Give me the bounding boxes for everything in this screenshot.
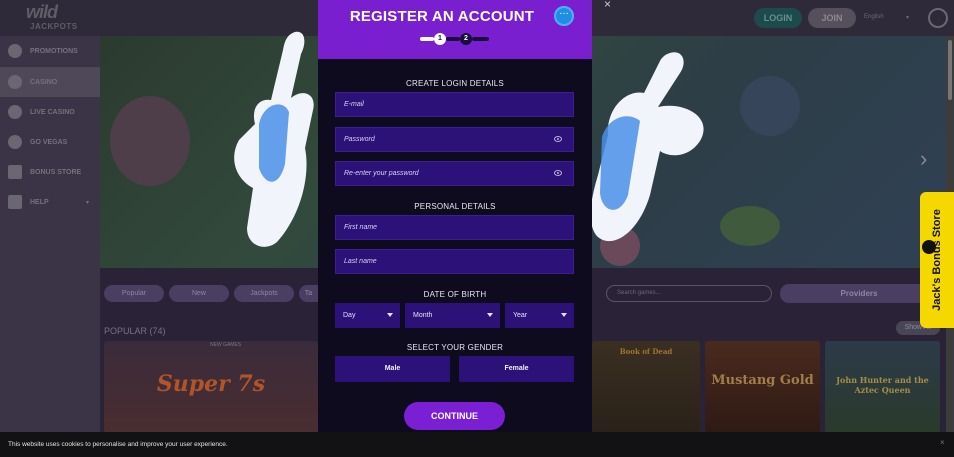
new-games-badge: NEW GAMES	[210, 342, 242, 348]
right-glove-illustration	[590, 52, 704, 242]
filter-new[interactable]: New	[169, 285, 229, 302]
game-tile[interactable]: Book of Dead	[592, 341, 700, 433]
account-icon[interactable]	[928, 8, 948, 28]
chevron-down-icon: ▾	[86, 200, 90, 206]
bonus-store-tab[interactable]: Jack's Bonus Store	[920, 192, 954, 328]
cat-illustration	[110, 96, 190, 186]
reenter-password-field[interactable]: Re-enter your password	[335, 161, 574, 186]
gender-female-button[interactable]: Female	[459, 356, 574, 382]
sidebar-item-label: HELP	[30, 198, 49, 206]
logo-subtitle: JACKPOTS	[30, 22, 78, 31]
logo-wordmark: wild	[26, 2, 58, 22]
close-icon[interactable]: ×	[604, 0, 611, 11]
filter-popular[interactable]: Popular	[104, 285, 164, 302]
gender-male-button[interactable]: Male	[335, 356, 450, 382]
sidebar-item-label: PROMOTIONS	[30, 47, 78, 55]
filter-table[interactable]: Ta	[299, 285, 318, 302]
gender-section-heading: SELECT YOUR GENDER	[406, 343, 504, 352]
language-selector[interactable]: English	[864, 14, 884, 20]
cart-icon	[8, 165, 22, 179]
filter-jackpots[interactable]: Jackpots	[234, 285, 294, 302]
step-progress-pending	[472, 37, 489, 41]
email-field[interactable]: E-mail	[335, 92, 574, 117]
game-tile[interactable]: Mustang Gold	[705, 341, 820, 433]
live-icon	[8, 105, 22, 119]
game-title: Super 7s	[156, 371, 266, 397]
game-title: John Hunter and the Aztec Queen	[836, 375, 929, 395]
step-progress-active	[420, 37, 434, 41]
chevron-down-icon	[487, 313, 493, 317]
password-field[interactable]: Password	[335, 127, 574, 152]
sidebar-item-label: LIVE CASINO	[30, 108, 75, 116]
chat-icon[interactable]	[554, 6, 574, 26]
continue-button[interactable]: CONTINUE	[404, 402, 505, 430]
login-section-heading: CREATE LOGIN DETAILS	[406, 79, 504, 88]
sidebar-item-label: BONUS STORE	[30, 168, 82, 176]
modal-title: REGISTER AN ACCOUNT	[349, 8, 535, 25]
dob-section-heading: DATE OF BIRTH	[423, 290, 487, 299]
first-name-field[interactable]: First name	[335, 215, 574, 240]
chevron-down-icon	[387, 313, 393, 317]
game-search-input[interactable]: Search games...	[606, 285, 772, 302]
chevron-down-icon	[561, 313, 567, 317]
game-tile[interactable]: John Hunter and the Aztec Queen	[825, 341, 940, 433]
month-select[interactable]: Month	[405, 303, 500, 328]
sidebar-item-promotions[interactable]: PROMOTIONS	[0, 36, 100, 66]
site-logo[interactable]: wild JACKPOTS	[26, 2, 90, 34]
percent-icon	[8, 44, 22, 58]
eye-icon[interactable]	[554, 170, 562, 176]
step-progress-connector	[446, 37, 460, 41]
cookie-close-icon[interactable]: ×	[940, 438, 945, 447]
providers-button[interactable]: Providers	[780, 284, 938, 303]
section-title: POPULAR (74)	[104, 326, 166, 336]
month-select-label: Month	[413, 312, 433, 319]
game-title: Mustang Gold	[711, 373, 814, 388]
sidebar-item-bonus-store[interactable]: BONUS STORE	[0, 157, 100, 187]
sidebar-item-label: CASINO	[30, 78, 58, 86]
jack-face-icon	[922, 240, 936, 254]
step-indicator-1: 1	[434, 33, 446, 45]
sidebar-item-label: GO VEGAS	[30, 138, 68, 146]
sidebar-item-help[interactable]: HELP ▾	[0, 187, 100, 217]
help-icon	[8, 195, 22, 209]
casino-icon	[8, 75, 22, 89]
step-indicator-2: 2	[460, 33, 472, 45]
year-select-label: Year	[513, 312, 528, 319]
leaf-illustration	[720, 206, 780, 246]
join-button[interactable]: JOIN	[808, 8, 856, 28]
eye-icon[interactable]	[554, 136, 562, 142]
sidebar-item-go-vegas[interactable]: GO VEGAS	[0, 127, 100, 157]
sidebar-item-live-casino[interactable]: LIVE CASINO	[0, 97, 100, 127]
game-tile[interactable]: Super 7s	[104, 341, 318, 433]
cookie-message: This website uses cookies to personalise…	[8, 441, 228, 448]
last-name-field[interactable]: Last name	[335, 249, 574, 274]
sidebar-item-casino[interactable]: CASINO	[0, 67, 100, 97]
game-title: Book of Dead	[619, 347, 673, 356]
chevron-down-icon: ▾	[906, 15, 910, 21]
chevron-right-icon[interactable]: ›	[920, 146, 927, 172]
day-select[interactable]: Day	[335, 303, 400, 328]
vegas-icon	[8, 135, 22, 149]
bonus-store-label: Jack's Bonus Store	[931, 209, 943, 311]
toucan-illustration	[740, 76, 800, 136]
day-select-label: Day	[343, 312, 356, 319]
login-button[interactable]: LOGIN	[754, 8, 802, 28]
year-select[interactable]: Year	[505, 303, 574, 328]
personal-section-heading: PERSONAL DETAILS	[414, 202, 496, 211]
scrollbar-thumb[interactable]	[948, 40, 952, 100]
